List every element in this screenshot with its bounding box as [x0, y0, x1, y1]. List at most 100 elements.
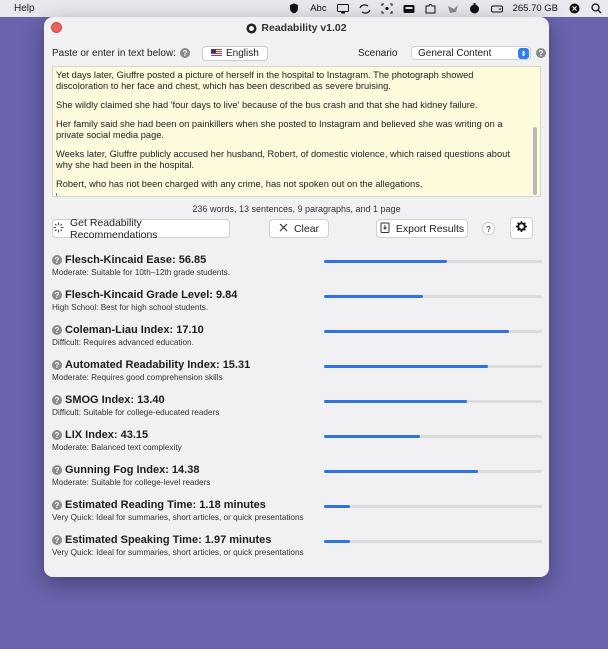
metric-title: Flesch-Kincaid Ease: 56.85 — [65, 254, 207, 266]
menu-help[interactable]: Help — [14, 3, 35, 14]
metric-progress-bar — [324, 330, 542, 333]
bird-icon[interactable] — [447, 3, 459, 14]
metric-progress-fill — [324, 330, 510, 333]
text-input-area[interactable]: Yet days later, Giuffre posted a picture… — [52, 66, 541, 197]
metric-title: Estimated Speaking Time: 1.97 minutes — [65, 534, 272, 546]
metric-title: Automated Readability Index: 15.31 — [65, 359, 251, 371]
scenario-help-icon[interactable]: ? — [536, 48, 546, 58]
metric-help-icon[interactable]: ? — [52, 535, 62, 545]
metric-row: ? Estimated Speaking Time: 1.97 minutes Ve… — [52, 531, 542, 566]
clear-label: Clear — [293, 222, 320, 235]
metric-description: Very Quick: Ideal for summaries, short a… — [52, 548, 304, 557]
recommendations-label: Get Readability Recommendations — [70, 216, 158, 241]
clear-button[interactable]: Clear — [269, 219, 329, 238]
metric-help-icon[interactable]: ? — [52, 255, 62, 265]
metric-row: ? SMOG Index: 13.40 Difficult: Suitable fo… — [52, 391, 542, 426]
scenario-select[interactable]: General Content ⬍ — [411, 46, 531, 60]
metric-progress-fill — [324, 470, 478, 473]
metric-title: Estimated Reading Time: 1.18 minutes — [65, 499, 266, 511]
metric-description: High School: Best for high school studen… — [52, 303, 209, 312]
window-close-button[interactable] — [51, 22, 62, 33]
disk-space-text[interactable]: 265.70 GB — [513, 3, 558, 14]
metric-progress-fill — [324, 505, 351, 508]
metric-progress-bar — [324, 295, 542, 298]
language-label: English — [225, 47, 259, 59]
metric-row: ? Automated Readability Index: 15.31 Moder… — [52, 356, 542, 391]
metric-description: Difficult: Requires advanced education. — [52, 338, 194, 347]
scenario-value: General Content — [418, 47, 492, 59]
title-bar: Readability v1.02 — [44, 17, 549, 39]
get-recommendations-button[interactable]: Get Readability Recommendations — [52, 216, 230, 241]
timer-icon[interactable] — [469, 3, 481, 14]
readability-window: Readability v1.02 Paste or enter in text… — [44, 17, 549, 577]
close-icon — [279, 223, 288, 235]
metric-progress-bar — [324, 470, 542, 473]
metric-progress-bar — [324, 435, 542, 438]
metric-row: ? Flesch-Kincaid Grade Level: 9.84 High Sc… — [52, 286, 542, 321]
menu-tray: Abc 265.70 GB — [288, 0, 602, 17]
text-paragraph: Yet days later, Giuffre posted a picture… — [56, 70, 474, 91]
text-paragraph: Weeks later, Giuffre publicly accused he… — [56, 149, 510, 170]
metric-row: ? Gunning Fog Index: 14.38 Moderate: Suita… — [52, 461, 542, 496]
gear-icon — [516, 221, 527, 235]
sparkle-icon — [53, 222, 64, 236]
window-title: Readability v1.02 — [261, 22, 347, 34]
us-flag-icon — [210, 49, 222, 57]
close-circle-icon[interactable] — [568, 3, 580, 14]
metric-help-icon[interactable]: ? — [52, 500, 62, 510]
metric-progress-fill — [324, 365, 488, 368]
metric-progress-bar — [324, 260, 542, 263]
text-paragraph: Robert, who has not been charged with an… — [56, 179, 423, 189]
metric-help-icon[interactable]: ? — [52, 290, 62, 300]
help-icon[interactable]: ? — [179, 48, 190, 58]
help-button[interactable]: ? — [482, 222, 495, 235]
sync-icon[interactable] — [359, 3, 371, 14]
metric-title: Coleman-Liau Index: 17.10 — [65, 324, 204, 336]
chevron-updown-icon: ⬍ — [518, 48, 529, 59]
metric-help-icon[interactable]: ? — [52, 360, 62, 370]
export-results-button[interactable]: Export Results — [376, 219, 468, 238]
metric-description: Moderate: Balanced text complexity — [52, 443, 182, 452]
text-input-menu[interactable]: Abc — [310, 3, 326, 14]
metric-help-icon[interactable]: ? — [52, 325, 62, 335]
export-icon — [380, 222, 390, 236]
disk-icon[interactable] — [490, 3, 503, 14]
display-icon[interactable] — [336, 3, 349, 14]
metric-progress-bar — [324, 540, 542, 543]
metric-help-icon[interactable]: ? — [52, 465, 62, 475]
metric-progress-fill — [324, 435, 420, 438]
metrics-list: ? Flesch-Kincaid Ease: 56.85 Moderate: Sui… — [52, 251, 542, 566]
metric-progress-fill — [324, 400, 467, 403]
metric-help-icon[interactable]: ? — [52, 430, 62, 440]
metric-row: ? LIX Index: 43.15 Moderate: Balanced text… — [52, 426, 542, 461]
metric-title: SMOG Index: 13.40 — [65, 394, 165, 406]
metric-progress-bar — [324, 505, 542, 508]
shield-icon[interactable] — [288, 3, 300, 14]
metric-title: Gunning Fog Index: 14.38 — [65, 464, 200, 476]
help-button-label: ? — [486, 223, 491, 234]
metric-progress-fill — [324, 260, 448, 263]
metric-description: Difficult: Suitable for college-educated… — [52, 408, 220, 417]
metric-help-icon[interactable]: ? — [52, 395, 62, 405]
screenshot-icon[interactable] — [381, 3, 393, 14]
puzzle-icon[interactable] — [425, 3, 437, 14]
metric-progress-bar — [324, 400, 542, 403]
text-paragraph: She wildly claimed she had 'four days to… — [56, 100, 478, 110]
metric-progress-fill — [324, 540, 351, 543]
metric-description: Moderate: Suitable for college-level rea… — [52, 478, 211, 487]
metric-description: Moderate: Requires good comprehension sk… — [52, 373, 223, 382]
text-cursor — [56, 193, 57, 196]
text-stats: 236 words, 13 sentences, 9 paragraphs, a… — [192, 204, 401, 214]
language-button[interactable]: English — [201, 45, 268, 61]
metric-row: ? Estimated Reading Time: 1.18 minutes Ver… — [52, 496, 542, 531]
metric-description: Very Quick: Ideal for summaries, short a… — [52, 513, 304, 522]
metric-progress-fill — [324, 295, 424, 298]
menu-bar: Help Abc 265.70 GB — [0, 0, 608, 17]
metric-row: ? Flesch-Kincaid Ease: 56.85 Moderate: Sui… — [52, 251, 542, 286]
settings-button[interactable] — [510, 217, 533, 239]
search-icon[interactable] — [590, 3, 602, 14]
metric-row: ? Coleman-Liau Index: 17.10 Difficult: Req… — [52, 321, 542, 356]
text-scrollbar[interactable] — [533, 127, 537, 195]
export-label: Export Results — [395, 222, 465, 235]
inbox-icon[interactable] — [403, 3, 415, 14]
